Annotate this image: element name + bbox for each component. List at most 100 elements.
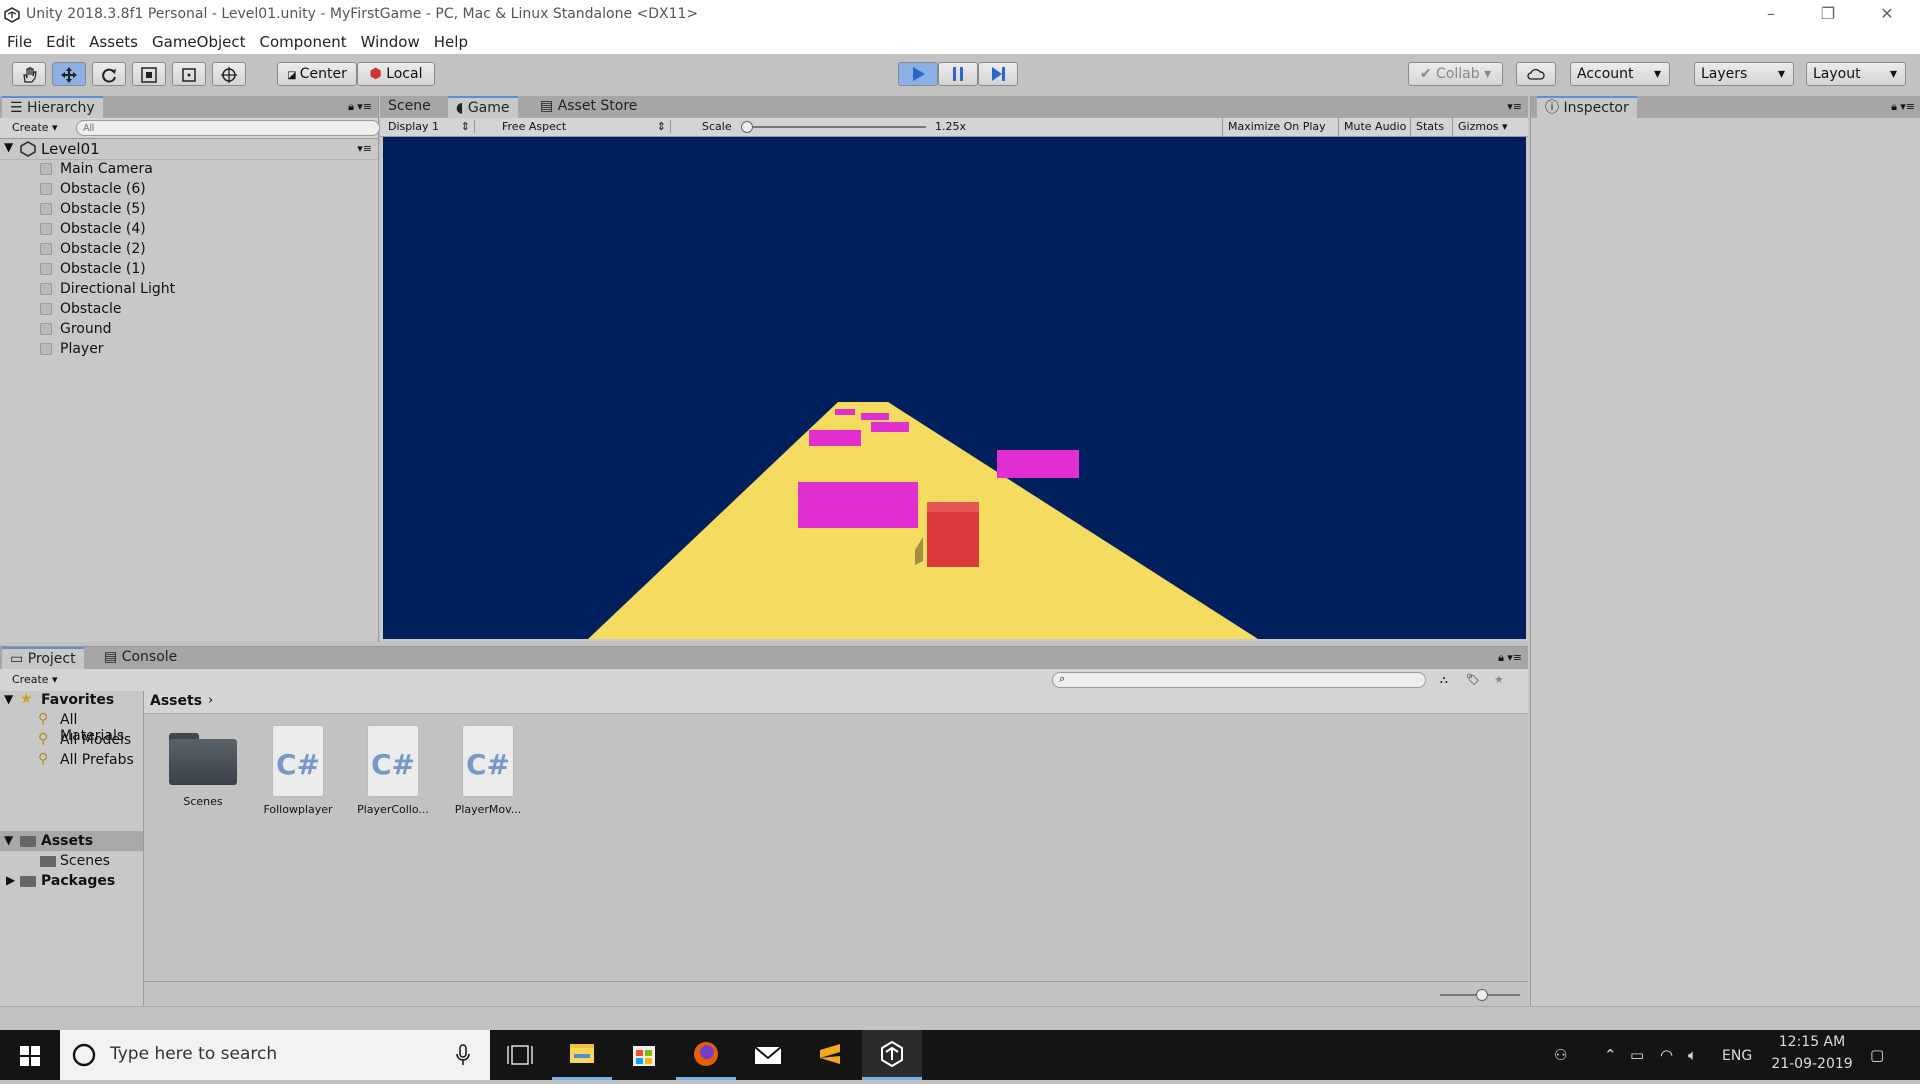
- scale-slider-track[interactable]: [742, 126, 926, 128]
- file-explorer-icon[interactable]: [552, 1030, 612, 1080]
- battery-icon[interactable]: ▭: [1630, 1046, 1644, 1064]
- menu-file[interactable]: File: [0, 30, 39, 51]
- favorites-item[interactable]: ⚲ All Prefabs: [0, 751, 143, 771]
- rect-tool-button[interactable]: [172, 62, 206, 86]
- gizmos-dropdown[interactable]: Gizmos ▾: [1452, 118, 1513, 136]
- project-lock-icon[interactable]: 🔒︎: [1498, 651, 1504, 665]
- hierarchy-create-dropdown[interactable]: Create ▾: [12, 121, 58, 134]
- hand-tool-button[interactable]: [12, 62, 46, 86]
- wifi-icon[interactable]: ◠: [1660, 1046, 1673, 1064]
- game-panel-menu-icon[interactable]: ▾≡: [1507, 100, 1522, 113]
- hierarchy-item[interactable]: Obstacle (4): [0, 220, 378, 240]
- tab-scene[interactable]: Scene: [380, 96, 439, 118]
- step-button[interactable]: [978, 62, 1018, 86]
- project-create-dropdown[interactable]: Create ▾: [12, 673, 58, 686]
- asset-script-playermovement[interactable]: C# PlayerMov...: [443, 725, 533, 816]
- pivot-local-toggle[interactable]: ⬢ Local: [357, 62, 435, 86]
- filter-type-icon[interactable]: ⛬: [1440, 673, 1448, 687]
- sublime-text-icon[interactable]: [800, 1030, 860, 1080]
- task-view-icon[interactable]: [490, 1030, 550, 1080]
- asset-script-followplayer[interactable]: C# Followplayer: [253, 725, 343, 816]
- layers-dropdown[interactable]: Layers ▾: [1694, 62, 1794, 86]
- project-menu-icon[interactable]: ▾≡: [1507, 651, 1522, 664]
- asset-folder-scenes[interactable]: Scenes: [158, 729, 248, 808]
- clock-time[interactable]: 12:15 AM: [1770, 1034, 1854, 1050]
- people-icon[interactable]: ⚇: [1554, 1046, 1567, 1064]
- aspect-dropdown[interactable]: Free Aspect ⇕: [502, 120, 671, 133]
- tab-inspector[interactable]: ⓘ Inspector: [1537, 96, 1637, 118]
- inspector-lock-icon[interactable]: 🔒︎: [1891, 100, 1897, 114]
- menu-component[interactable]: Component: [253, 30, 354, 51]
- scene-menu-icon[interactable]: ▾≡: [357, 142, 372, 155]
- packages-folder-row[interactable]: ▶ Packages: [0, 871, 143, 891]
- favorites-item[interactable]: ⚲ All Materials: [0, 711, 143, 744]
- assets-folder-row[interactable]: ▼ Assets: [0, 831, 143, 851]
- lock-icon[interactable]: 🔒︎: [348, 100, 354, 114]
- tab-asset-store[interactable]: ▤ Asset Store: [532, 96, 645, 118]
- show-hidden-icons[interactable]: ⌃: [1604, 1046, 1617, 1064]
- mute-audio-toggle[interactable]: Mute Audio: [1338, 118, 1411, 136]
- clock-date[interactable]: 21-09-2019: [1764, 1056, 1860, 1072]
- windows-start-icon[interactable]: [20, 1046, 40, 1066]
- menu-assets[interactable]: Assets: [82, 30, 145, 51]
- scenes-folder-row[interactable]: Scenes: [0, 851, 143, 871]
- layout-dropdown[interactable]: Layout ▾: [1806, 62, 1906, 86]
- menu-gameobject[interactable]: GameObject: [145, 30, 253, 51]
- favorites-row[interactable]: ▼ ★ Favorites: [0, 691, 143, 711]
- account-dropdown[interactable]: Account ▾: [1570, 62, 1670, 86]
- firefox-icon[interactable]: [676, 1030, 736, 1080]
- rotate-tool-button[interactable]: [92, 62, 126, 86]
- favorites-expand-icon[interactable]: ▼: [4, 692, 13, 706]
- packages-expand-icon[interactable]: ▶: [6, 873, 15, 887]
- assets-expand-icon[interactable]: ▼: [4, 833, 13, 847]
- minimize-button[interactable]: –: [1756, 4, 1786, 26]
- taskbar-search[interactable]: Type here to search: [60, 1030, 490, 1080]
- stats-toggle[interactable]: Stats: [1410, 118, 1449, 136]
- maximize-on-play-toggle[interactable]: Maximize On Play: [1222, 118, 1331, 136]
- tab-hierarchy[interactable]: ☰ Hierarchy: [2, 96, 103, 118]
- restore-button[interactable]: ❐: [1813, 4, 1843, 26]
- play-button[interactable]: [898, 62, 938, 86]
- display-dropdown[interactable]: Display 1 ⇕: [388, 120, 475, 133]
- hierarchy-item[interactable]: Main Camera: [0, 160, 378, 180]
- hierarchy-item[interactable]: Directional Light: [0, 280, 378, 300]
- menu-window[interactable]: Window: [354, 30, 427, 51]
- favorite-star-icon[interactable]: ★: [1494, 673, 1504, 686]
- transform-tool-button[interactable]: [212, 62, 246, 86]
- hierarchy-item[interactable]: Obstacle (5): [0, 200, 378, 220]
- expand-arrow-icon[interactable]: ▼: [4, 140, 13, 154]
- tab-console[interactable]: ▤ Console: [96, 647, 185, 669]
- action-center-icon[interactable]: ▢: [1870, 1046, 1884, 1064]
- pause-button[interactable]: [938, 62, 978, 86]
- project-search-input[interactable]: ⌕: [1052, 672, 1426, 688]
- tab-project[interactable]: ▭ Project: [2, 647, 84, 669]
- filter-label-icon[interactable]: 🏷︎: [1466, 673, 1480, 686]
- scale-slider-thumb[interactable]: [740, 121, 753, 133]
- hierarchy-item[interactable]: Ground: [0, 320, 378, 340]
- inspector-menu-icon[interactable]: ▾≡: [1900, 100, 1915, 113]
- move-tool-button[interactable]: [52, 62, 86, 86]
- hierarchy-item[interactable]: Obstacle (1): [0, 260, 378, 280]
- icon-size-slider-thumb[interactable]: [1476, 989, 1488, 1001]
- game-viewport[interactable]: [383, 137, 1526, 639]
- hierarchy-search-input[interactable]: [76, 120, 380, 136]
- input-language[interactable]: ENG: [1722, 1048, 1752, 1064]
- store-bag-icon[interactable]: [614, 1030, 674, 1080]
- menu-help[interactable]: Help: [427, 30, 475, 51]
- asset-script-playercollision[interactable]: C# PlayerCollo...: [348, 725, 438, 816]
- panel-menu-icon[interactable]: ▾≡: [357, 100, 372, 113]
- scene-row[interactable]: ▼ Level01 ▾≡: [0, 139, 378, 160]
- favorites-item[interactable]: ⚲ All Models: [0, 731, 143, 751]
- cloud-button[interactable]: [1516, 62, 1556, 86]
- breadcrumb-assets[interactable]: Assets: [150, 693, 202, 709]
- hierarchy-item[interactable]: Obstacle (2): [0, 240, 378, 260]
- unity-taskbar-icon[interactable]: [862, 1030, 922, 1080]
- volume-icon[interactable]: 🔈︎: [1688, 1046, 1697, 1064]
- tab-game[interactable]: ◖ Game: [448, 96, 518, 118]
- scale-tool-button[interactable]: [132, 62, 166, 86]
- hierarchy-item[interactable]: Player: [0, 340, 378, 360]
- menu-edit[interactable]: Edit: [39, 30, 82, 51]
- mail-icon[interactable]: [738, 1030, 798, 1080]
- pivot-center-toggle[interactable]: ◪ Center: [277, 62, 357, 86]
- hierarchy-item[interactable]: Obstacle: [0, 300, 378, 320]
